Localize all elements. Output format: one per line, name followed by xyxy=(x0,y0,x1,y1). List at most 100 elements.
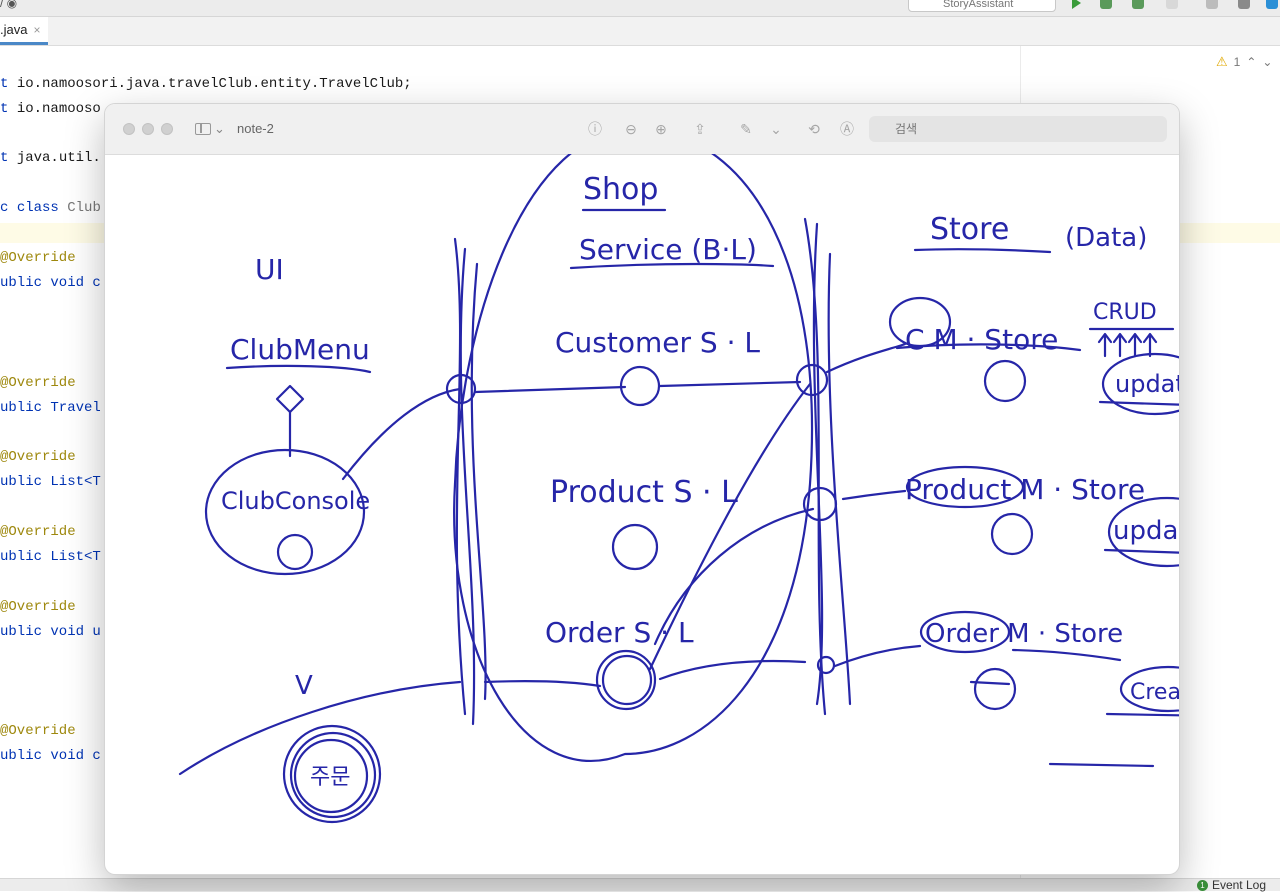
code-line: ublic void c xyxy=(0,275,101,291)
connector-line xyxy=(658,659,807,681)
underline xyxy=(1048,762,1155,768)
product-m-store-label: Product M · Store xyxy=(905,473,1145,506)
instance-circle xyxy=(601,654,653,706)
zoom-window-button[interactable] xyxy=(161,123,173,135)
update-label: update xyxy=(1115,370,1179,398)
left-boundary-line xyxy=(453,237,467,716)
instance-circle xyxy=(990,512,1034,556)
document-title: note-2 xyxy=(237,121,274,136)
service-label: Service (B·L) xyxy=(579,233,757,266)
editor-tab-bar: .java × xyxy=(0,17,1280,46)
connector-line xyxy=(658,380,802,388)
zoom-in-icon[interactable]: ⊕ xyxy=(652,120,670,138)
tab-java-file[interactable]: .java × xyxy=(0,17,49,45)
search-input[interactable] xyxy=(869,116,1167,142)
arrow-to-service xyxy=(341,387,462,481)
update-label: update xyxy=(1113,516,1179,546)
underline xyxy=(1098,400,1179,406)
markup-pen-icon[interactable]: ✎ xyxy=(737,120,755,138)
instance-circle xyxy=(276,533,314,571)
code-line: t io.namoosori.java.travelClub.entity.Tr… xyxy=(0,76,412,92)
v-mark: V xyxy=(295,671,313,701)
underline xyxy=(913,248,1052,254)
left-boundary-line xyxy=(459,247,476,726)
order-sl-label: Order S · L xyxy=(545,616,694,649)
note-toolbar: ⌄ note-2 ⓘ ⊖ ⊕ ⇪ ✎ ⌄ ⟲ Ⓐ ⌕ xyxy=(105,104,1179,155)
status-bar: 1 Event Log xyxy=(0,878,1280,892)
arrow-to-order xyxy=(483,680,602,688)
connector-line xyxy=(473,385,627,394)
code-line: c class Club xyxy=(0,200,101,216)
chevron-down-icon: ⌄ xyxy=(214,121,225,136)
settings-icon[interactable] xyxy=(1238,0,1250,9)
ui-label: UI xyxy=(255,253,284,286)
instance-circle xyxy=(983,359,1027,403)
info-icon[interactable]: ⓘ xyxy=(586,120,604,138)
arrow-up-icon xyxy=(1112,332,1128,358)
run-icon[interactable] xyxy=(1072,0,1081,9)
club-console-label: ClubConsole xyxy=(221,487,370,515)
note-window: ⌄ note-2 ⓘ ⊖ ⊕ ⇪ ✎ ⌄ ⟲ Ⓐ ⌕ UI ClubMenu xyxy=(105,104,1179,874)
code-line: ublic void u xyxy=(0,624,101,640)
arrow-up-icon xyxy=(1127,332,1143,358)
data-label: (Data) xyxy=(1065,223,1147,253)
underline xyxy=(1105,712,1179,717)
close-icon[interactable]: × xyxy=(33,17,40,43)
code-line: t io.namooso xyxy=(0,101,101,117)
right-boundary-line xyxy=(827,252,852,706)
underline xyxy=(1011,648,1122,662)
warning-icon: ⚠ xyxy=(1216,54,1228,69)
code-line: ublic void c xyxy=(0,748,101,764)
rotate-icon[interactable]: ⟲ xyxy=(805,120,823,138)
instance-circle xyxy=(595,649,657,711)
arrow-to-store xyxy=(825,342,907,374)
club-menu-label: ClubMenu xyxy=(230,333,370,366)
minimize-window-button[interactable] xyxy=(142,123,154,135)
search-everywhere-icon[interactable] xyxy=(1206,0,1218,9)
sidebar-toggle-button[interactable]: ⌄ xyxy=(195,121,225,137)
code-line: @Override xyxy=(0,599,76,615)
code-line: ublic List<T xyxy=(0,474,101,490)
handwritten-diagram: UI ClubMenu ClubConsole Shop Service (B·… xyxy=(178,154,1179,824)
warning-count: 1 xyxy=(1233,55,1241,69)
underline xyxy=(225,364,372,374)
debug-icon[interactable] xyxy=(1100,0,1112,9)
run-configuration-select[interactable]: StoryAssistant xyxy=(908,0,1056,12)
korean-order-mark: 주문 xyxy=(310,765,350,790)
event-log-icon: 1 xyxy=(1196,879,1208,891)
share-icon[interactable]: ⇪ xyxy=(691,120,709,138)
code-line: @Override xyxy=(0,375,76,391)
arrow-to-store xyxy=(841,489,907,501)
shop-label: Shop xyxy=(583,172,658,207)
close-window-button[interactable] xyxy=(123,123,135,135)
sidebar-icon xyxy=(195,123,211,135)
code-line: @Override xyxy=(0,250,76,266)
breadcrumb: / ◉ xyxy=(0,0,18,10)
order-m-store-label: Order M · Store xyxy=(925,619,1123,649)
code-line: @Override xyxy=(0,524,76,540)
annotate-icon[interactable]: Ⓐ xyxy=(838,120,856,138)
underline xyxy=(1103,548,1179,554)
stop-icon[interactable] xyxy=(1166,0,1178,9)
diamond-icon xyxy=(275,384,305,414)
arrow-up-icon xyxy=(1097,332,1113,358)
create-label: Create xyxy=(1130,680,1179,705)
tab-label: .java xyxy=(0,21,28,37)
store-label: Store xyxy=(930,212,1009,247)
code-line: @Override xyxy=(0,723,76,739)
instance-circle xyxy=(973,667,1017,711)
coverage-icon[interactable] xyxy=(1132,0,1144,9)
plugin-icon[interactable] xyxy=(1266,0,1278,9)
code-line: @Override xyxy=(0,449,76,465)
chevron-up-icon[interactable]: ⌃ xyxy=(1246,55,1256,69)
arrow-up-icon xyxy=(1142,332,1158,358)
zoom-out-icon[interactable]: ⊖ xyxy=(622,120,640,138)
instance-circle xyxy=(611,523,659,571)
chevron-down-icon[interactable]: ⌄ xyxy=(1262,55,1272,69)
code-line: ublic Travel xyxy=(0,400,101,416)
code-line: t java.util. xyxy=(0,150,101,166)
c-m-store-label: C M · Store xyxy=(905,323,1058,356)
chevron-down-icon[interactable]: ⌄ xyxy=(767,120,785,138)
note-canvas[interactable]: UI ClubMenu ClubConsole Shop Service (B·… xyxy=(105,154,1179,874)
inspection-widget[interactable]: ⚠ 1 ⌃ ⌄ xyxy=(1216,54,1272,70)
